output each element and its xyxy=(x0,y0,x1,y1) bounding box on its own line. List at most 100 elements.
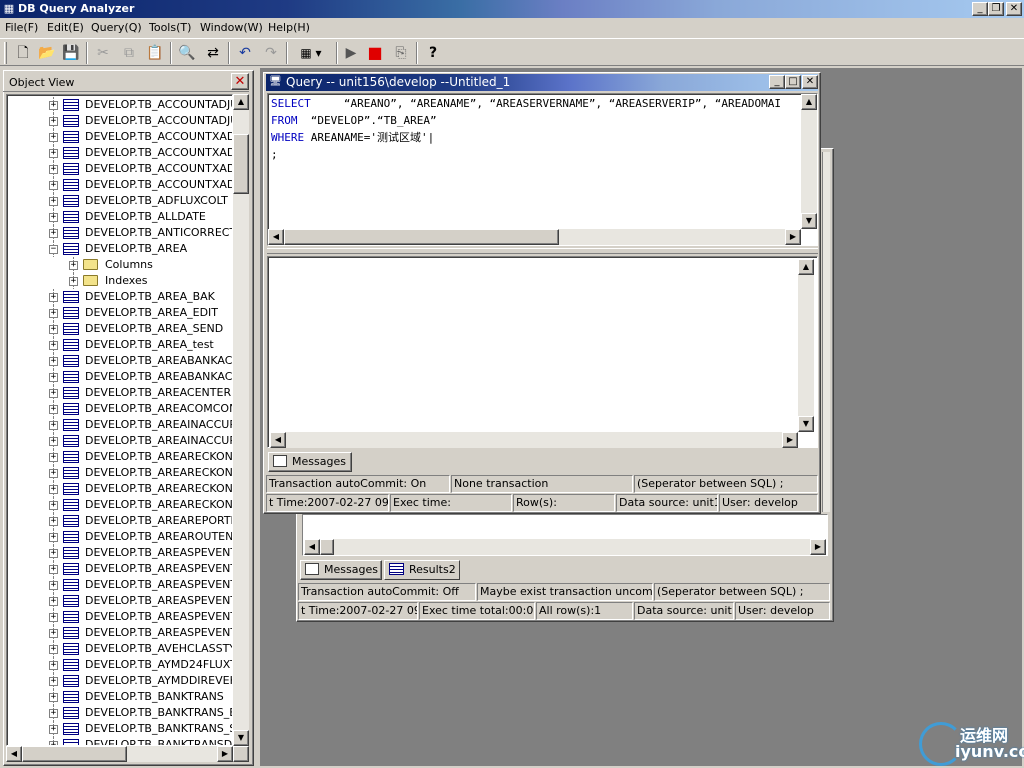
expand-icon[interactable]: + xyxy=(49,533,58,542)
tree-table-node[interactable]: + DEVELOP.TB_BANKTRANS_E xyxy=(7,705,232,721)
scroll-up-arrow-icon[interactable]: ▲ xyxy=(233,94,249,110)
tree-folder-node[interactable]: + Columns xyxy=(7,257,232,273)
new-icon[interactable]: 🗋 xyxy=(12,42,34,64)
tree-table-node[interactable]: + DEVELOP.TB_ANTICORRECT xyxy=(7,225,232,241)
tab-results2[interactable]: Results2 xyxy=(384,560,460,580)
replace-icon[interactable]: ⇄ xyxy=(202,42,224,64)
tree-table-node[interactable]: + DEVELOP.TB_AREARECKONI xyxy=(7,465,232,481)
expand-icon[interactable]: + xyxy=(49,405,58,414)
tree-table-node[interactable]: + DEVELOP.TB_AREARECKONI xyxy=(7,449,232,465)
tree-table-node[interactable]: + DEVELOP.TB_BANKTRANS_S xyxy=(7,721,232,737)
tree-table-node[interactable]: + DEVELOP.TB_AREASPEVENT xyxy=(7,625,232,641)
scroll-right-arrow-icon[interactable]: ▶ xyxy=(782,432,798,448)
expand-icon[interactable]: + xyxy=(49,453,58,462)
help-icon[interactable]: ? xyxy=(422,42,444,64)
expand-icon[interactable]: + xyxy=(49,421,58,430)
tree-table-node[interactable]: + DEVELOP.TB_AYMDDIREVEH xyxy=(7,673,232,689)
sql-hscrollbar[interactable]: ◀ ▶ xyxy=(268,229,801,245)
tree-table-node[interactable]: + DEVELOP.TB_AREAINACCUR xyxy=(7,433,232,449)
parse-icon[interactable]: ⎘ xyxy=(390,42,412,64)
paste-icon[interactable]: 📋 xyxy=(144,42,166,64)
messages-hscrollbar[interactable]: ◀ ▶ xyxy=(270,432,798,448)
undo-icon[interactable]: ↶ xyxy=(234,42,256,64)
menu-query[interactable]: Query(Q) xyxy=(91,21,142,34)
tree-table-node[interactable]: + DEVELOP.TB_BANKTRANSDI xyxy=(7,737,232,745)
scroll-down-arrow-icon[interactable]: ▼ xyxy=(233,730,249,746)
expand-icon[interactable]: + xyxy=(49,213,58,222)
expand-icon[interactable]: + xyxy=(69,277,78,286)
tree-table-node[interactable]: + DEVELOP.TB_AREARECKONI xyxy=(7,481,232,497)
scroll-right-arrow-icon[interactable]: ▶ xyxy=(785,229,801,245)
expand-icon[interactable]: + xyxy=(49,165,58,174)
back-window-vscrollbar[interactable] xyxy=(822,152,830,512)
scroll-thumb[interactable] xyxy=(320,539,334,555)
tab-messages[interactable]: Messages xyxy=(268,452,352,472)
expand-icon[interactable]: + xyxy=(49,485,58,494)
tree-hscrollbar[interactable]: ◀ ▶ xyxy=(6,746,233,762)
tree-folder-node[interactable]: + Indexes xyxy=(7,273,232,289)
scroll-down-arrow-icon[interactable]: ▼ xyxy=(801,213,817,229)
tree-table-node[interactable]: + DEVELOP.TB_AREA_EDIT xyxy=(7,305,232,321)
find-icon[interactable]: 🔍 xyxy=(176,42,198,64)
run-icon[interactable]: ▶ xyxy=(340,42,362,64)
expand-icon[interactable]: + xyxy=(49,181,58,190)
expand-icon[interactable]: + xyxy=(49,341,58,350)
expand-icon[interactable]: + xyxy=(49,725,58,734)
expand-icon[interactable]: + xyxy=(49,661,58,670)
query-close-button[interactable]: ✕ xyxy=(802,75,818,89)
tree-table-node[interactable]: + DEVELOP.TB_AYMD24FLUXT xyxy=(7,657,232,673)
scroll-right-arrow-icon[interactable]: ▶ xyxy=(217,746,233,762)
tree-table-node[interactable]: + DEVELOP.TB_ACCOUNTXAD xyxy=(7,161,232,177)
tree-table-node[interactable]: + DEVELOP.TB_AREAROUTEN xyxy=(7,529,232,545)
collapse-icon[interactable]: − xyxy=(49,245,58,254)
tree-table-node[interactable]: + DEVELOP.TB_AREA_test xyxy=(7,337,232,353)
tree-table-node[interactable]: + DEVELOP.TB_BANKTRANS xyxy=(7,689,232,705)
scroll-right-arrow-icon[interactable]: ▶ xyxy=(810,539,826,555)
pane-splitter[interactable] xyxy=(267,248,818,254)
open-icon[interactable]: 📂 xyxy=(36,42,58,64)
messages-vscrollbar[interactable]: ▲ ▼ xyxy=(798,259,814,432)
tree-table-node[interactable]: + DEVELOP.TB_ACCOUNTXAD xyxy=(7,145,232,161)
expand-icon[interactable]: + xyxy=(49,437,58,446)
menu-help[interactable]: Help(H) xyxy=(268,21,310,34)
tree-table-node[interactable]: + DEVELOP.TB_AREACOMCON xyxy=(7,401,232,417)
scroll-up-arrow-icon[interactable]: ▲ xyxy=(798,259,814,275)
expand-icon[interactable]: + xyxy=(49,229,58,238)
minimize-button[interactable]: _ xyxy=(972,2,988,16)
tree-table-node[interactable]: − DEVELOP.TB_AREA xyxy=(7,241,232,257)
expand-icon[interactable]: + xyxy=(49,293,58,302)
tree-table-node[interactable]: + DEVELOP.TB_AREASPEVENT xyxy=(7,577,232,593)
query-minimize-button[interactable]: _ xyxy=(769,75,785,89)
close-icon[interactable]: ✕ xyxy=(231,73,249,90)
menu-file[interactable]: File(F) xyxy=(5,21,38,34)
query-maximize-button[interactable]: □ xyxy=(785,75,801,89)
menu-tools[interactable]: Tools(T) xyxy=(149,21,191,34)
scroll-thumb[interactable] xyxy=(284,229,559,245)
stop-icon[interactable]: ■ xyxy=(364,42,386,64)
back-hscrollbar[interactable]: ◀ ▶ xyxy=(304,539,826,555)
tree-table-node[interactable]: + DEVELOP.TB_AREAINACCUR xyxy=(7,417,232,433)
expand-icon[interactable]: + xyxy=(49,677,58,686)
expand-icon[interactable]: + xyxy=(49,565,58,574)
copy-icon[interactable]: ⧉ xyxy=(118,42,140,64)
scroll-thumb[interactable] xyxy=(233,134,249,194)
tree-vscrollbar[interactable]: ▲ ▼ xyxy=(233,94,249,746)
expand-icon[interactable]: + xyxy=(49,613,58,622)
expand-icon[interactable]: + xyxy=(49,501,58,510)
grid-icon[interactable]: ▦ ▾ xyxy=(294,42,328,64)
sql-vscrollbar[interactable]: ▲ ▼ xyxy=(801,94,817,229)
scroll-up-arrow-icon[interactable]: ▲ xyxy=(801,94,817,110)
expand-icon[interactable]: + xyxy=(49,517,58,526)
scroll-left-arrow-icon[interactable]: ◀ xyxy=(304,539,320,555)
tree-table-node[interactable]: + DEVELOP.TB_AREASPEVENT xyxy=(7,561,232,577)
sql-editor[interactable]: SELECT “AREANO”, “AREANAME”, “AREASERVER… xyxy=(267,93,818,246)
tree-table-node[interactable]: + DEVELOP.TB_AREACENTER xyxy=(7,385,232,401)
expand-icon[interactable]: + xyxy=(49,325,58,334)
tree-table-node[interactable]: + DEVELOP.TB_AREASPEVENT xyxy=(7,609,232,625)
tree-table-node[interactable]: + DEVELOP.TB_ADFLUXCOLT xyxy=(7,193,232,209)
menu-window[interactable]: Window(W) xyxy=(200,21,263,34)
scroll-left-arrow-icon[interactable]: ◀ xyxy=(268,229,284,245)
tree-table-node[interactable]: + DEVELOP.TB_ACCOUNTADJU xyxy=(7,97,232,113)
expand-icon[interactable]: + xyxy=(49,549,58,558)
cut-icon[interactable]: ✂ xyxy=(92,42,114,64)
